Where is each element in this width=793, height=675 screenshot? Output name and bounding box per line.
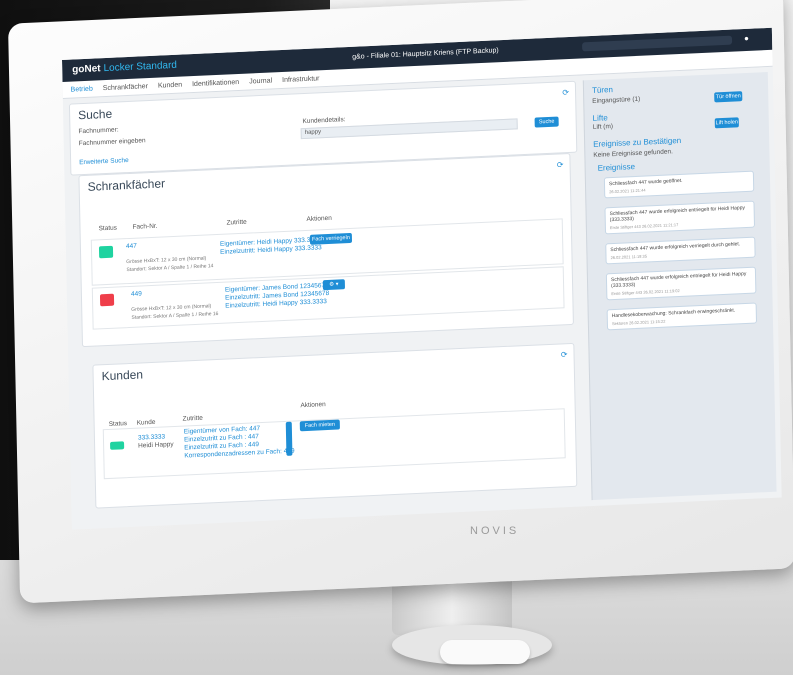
status-badge (99, 293, 115, 307)
events-title: Ereignisse (597, 162, 636, 173)
event-item[interactable]: Schliessfach 447 wurde erfolgreich entri… (605, 266, 757, 301)
customer-name: Heidi Happy (138, 441, 174, 450)
event-item[interactable]: Schliessfach 447 wurde erfolgreich verri… (605, 236, 756, 265)
confirm-title: Ereignisse zu Bestätigen (593, 135, 682, 149)
event-item[interactable]: Schliessfach 447 wurde erfolgreich entri… (604, 200, 756, 235)
side-action-bar[interactable] (285, 421, 293, 456)
action-dropdown-button[interactable]: ⚙ ▾ (322, 279, 346, 291)
sidebar: Türen Eingangstüre (1) Tür öffnen Lifte … (582, 71, 777, 501)
locker-location: Standort: Sektor A / Spalte 1 / Reihe 16 (131, 310, 219, 321)
lock-button[interactable]: Fach verriegeln (309, 232, 353, 245)
nav-journal[interactable]: Journal (249, 77, 272, 85)
kunde-label: Kundendetails: (302, 116, 346, 126)
monitor-brand: NOVIS (470, 525, 520, 537)
lifts-title: Lifte (592, 113, 608, 123)
locker-number[interactable]: 447 (126, 243, 137, 250)
refresh-icon[interactable]: ⟳ (557, 160, 564, 169)
top-search[interactable] (582, 35, 733, 52)
confirm-empty: Keine Ereignisse gefunden. (593, 148, 673, 159)
table-row: 333.3333 Heidi Happy Eigentümer von Fach… (102, 408, 566, 480)
customers-card: Kunden ⟳ Status Kunde Zutritte Aktionen … (92, 342, 578, 509)
lifts-item: Lift (m) (592, 123, 614, 131)
locker-location: Standort: Sektor A / Spalte 1 / Reihe 14 (126, 263, 214, 274)
col-zutritte: Zutritte (182, 414, 203, 423)
nav-identifikationen[interactable]: Identifikationen (192, 78, 239, 87)
search-button[interactable]: Suche (534, 116, 559, 128)
screen: goNet Locker Standard g&o - Filiale 01: H… (62, 27, 782, 530)
refresh-icon[interactable]: ⟳ (561, 350, 568, 359)
advanced-search-link[interactable]: Erweiterte Suche (79, 157, 129, 166)
nav-kunden[interactable]: Kunden (158, 81, 182, 89)
status-badge (110, 441, 125, 450)
col-kunde: Kunde (136, 418, 156, 427)
fach-label: Fachnummer: (78, 126, 119, 136)
fach-input[interactable]: Fachnummer eingeben (79, 137, 146, 147)
main-content: Suche ⟳ Fachnummer: Fachnummer eingeben … (68, 80, 583, 524)
nav-schrankfaecher[interactable]: Schrankfächer (103, 83, 148, 92)
lift-call-button[interactable]: Lift holen (714, 117, 739, 129)
nav-betrieb[interactable]: Betrieb (71, 85, 93, 93)
col-zutritte: Zutritte (226, 218, 247, 227)
status-badge (98, 245, 114, 259)
lockers-title: Schrankfächer (87, 176, 166, 194)
event-item[interactable]: Handlesekoberwachung: Schrankfach erwing… (606, 302, 758, 331)
doors-item: Eingangstüre (1) (592, 95, 641, 105)
logo-sub: Locker Standard (103, 59, 178, 75)
rent-button[interactable]: Fach mieten (299, 419, 340, 432)
lockers-card: Schrankfächer ⟳ Status Fach-Nr. Zutritte… (78, 152, 574, 348)
search-title: Suche (78, 106, 113, 123)
locker-number[interactable]: 449 (131, 290, 142, 297)
col-status: Status (98, 224, 118, 233)
nav-infrastruktur[interactable]: Infrastruktur (282, 75, 319, 84)
col-status: Status (108, 420, 128, 428)
app-logo: goNet Locker Standard (72, 60, 177, 76)
event-item[interactable]: Schliessfach 447 wurde geöffnet. 26.02.2… (603, 170, 755, 199)
window-title: g&o - Filiale 01: Hauptsitz Kriens (FTP … (352, 47, 499, 61)
door-open-button[interactable]: Tür öffnen (714, 91, 743, 103)
doors-title: Türen (591, 85, 614, 95)
refresh-icon[interactable]: ⟳ (562, 88, 569, 97)
stand-button (440, 640, 530, 664)
user-icon[interactable]: ● (744, 34, 749, 43)
customer-number[interactable]: 333.3333 (138, 433, 165, 441)
col-aktionen: Aktionen (306, 214, 332, 223)
logo-main: goNet (72, 63, 101, 76)
col-aktionen: Aktionen (300, 401, 326, 410)
col-fach: Fach-Nr. (132, 222, 158, 231)
customers-title: Kunden (101, 367, 144, 384)
